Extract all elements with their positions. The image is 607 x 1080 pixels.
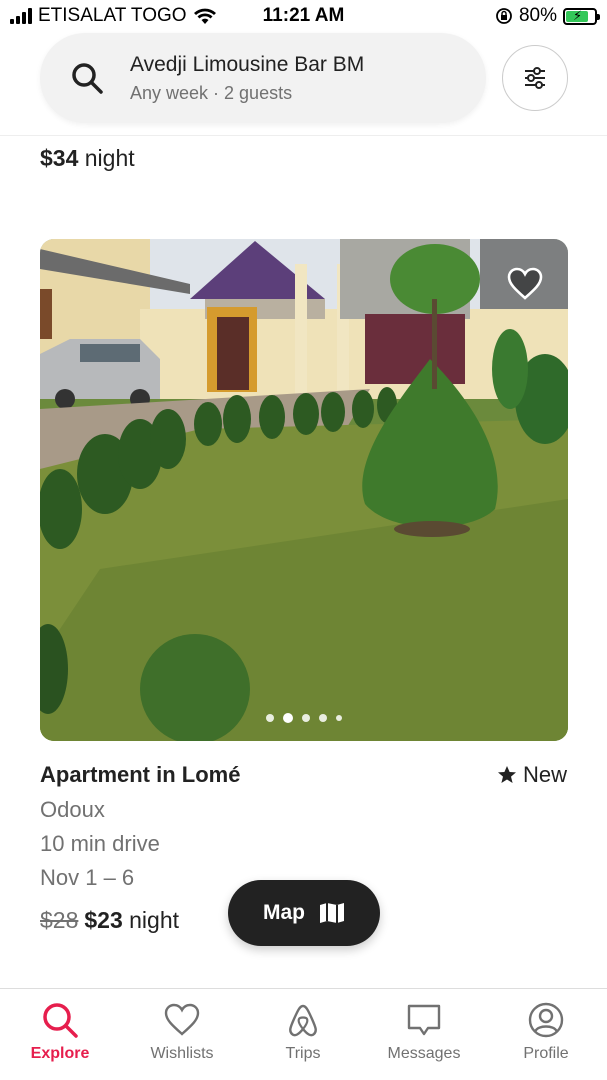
profile-icon — [528, 1002, 564, 1038]
search-bar[interactable]: Avedji Limousine Bar BM Any week · 2 gue… — [40, 33, 486, 123]
status-bar: ETISALAT TOGO 11:21 AM 80% ⚡ — [0, 0, 607, 34]
previous-listing-price: $34 night — [40, 145, 135, 172]
nav-explore-label: Explore — [30, 1045, 90, 1062]
rating-label: New — [522, 762, 567, 787]
search-icon — [43, 1003, 78, 1038]
carousel-dot — [266, 714, 274, 722]
original-price: $28 — [40, 907, 79, 933]
listing-photo[interactable] — [40, 239, 568, 741]
listing-dates: Nov 1 – 6 — [40, 865, 135, 890]
nav-trips[interactable]: Trips — [253, 1001, 353, 1063]
search-destination: Avedji Limousine Bar BM — [130, 53, 365, 76]
map-button-label: Map — [263, 901, 305, 924]
nav-explore[interactable]: Explore — [10, 1001, 110, 1063]
listing-price: $28 $23 night — [40, 907, 179, 934]
discounted-price: $23 — [84, 907, 123, 933]
search-icon — [72, 63, 103, 94]
message-icon — [407, 1004, 441, 1036]
map-button[interactable]: Map — [228, 880, 380, 946]
carousel-dot — [319, 714, 327, 722]
listing-rating: New — [497, 762, 567, 788]
orientation-lock-icon — [496, 8, 512, 24]
search-details: Any week · 2 guests — [130, 83, 293, 103]
carousel-dot — [302, 714, 310, 722]
map-icon — [320, 903, 344, 923]
previous-price-amount: $34 — [40, 145, 79, 171]
photo-carousel-dots — [40, 713, 568, 723]
listing-distance: 10 min drive — [40, 831, 160, 856]
nav-profile-label: Profile — [523, 1045, 569, 1062]
heart-icon — [164, 1003, 200, 1036]
filter-icon — [525, 67, 545, 89]
carousel-dot — [336, 715, 342, 721]
price-unit: night — [129, 907, 180, 933]
bottom-navigation: Explore Wishlists Trips Messages Profile — [0, 988, 607, 1080]
listing-photo-illustration — [40, 239, 568, 741]
airbnb-logo-icon — [289, 1004, 317, 1037]
carousel-dot-active — [283, 713, 293, 723]
listing-neighborhood: Odoux — [40, 797, 105, 822]
nav-wishlists[interactable]: Wishlists — [132, 1001, 232, 1063]
battery-percent: 80% — [518, 5, 557, 26]
wishlist-heart-icon[interactable] — [506, 265, 544, 303]
previous-price-unit: night — [84, 145, 135, 171]
battery-group: 80% ⚡ — [495, 5, 600, 27]
listing-title: Apartment in Lomé — [40, 762, 241, 787]
filters-button[interactable] — [502, 45, 568, 111]
nav-wishlists-label: Wishlists — [150, 1045, 214, 1062]
nav-messages[interactable]: Messages — [374, 1001, 474, 1063]
nav-messages-label: Messages — [387, 1045, 461, 1062]
nav-profile[interactable]: Profile — [496, 1001, 596, 1063]
header-divider — [0, 135, 607, 136]
star-icon — [497, 766, 516, 783]
battery-icon: ⚡ — [563, 7, 600, 25]
nav-trips-label: Trips — [285, 1045, 321, 1062]
